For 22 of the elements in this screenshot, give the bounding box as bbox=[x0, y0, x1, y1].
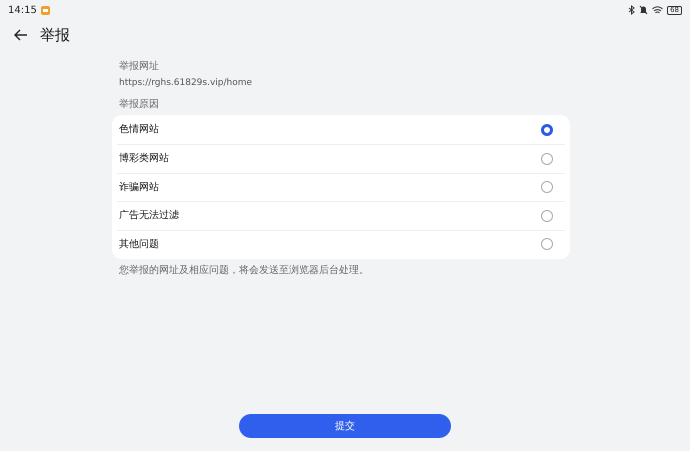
option-label: 广告无法过滤 bbox=[119, 208, 179, 224]
status-time: 14:15 bbox=[8, 4, 37, 18]
page-title: 举报 bbox=[40, 24, 70, 46]
wifi-icon bbox=[652, 6, 664, 14]
radio-button[interactable] bbox=[541, 238, 553, 250]
app-notification-icon bbox=[40, 6, 50, 14]
section-label: 举报原因 bbox=[118, 98, 160, 112]
radio-button[interactable] bbox=[541, 210, 553, 222]
note-text: 您举报的网址及相应问题，将会发送至浏览器后台处理。 bbox=[118, 264, 370, 278]
bluetooth-icon bbox=[628, 5, 636, 15]
option-label: 其他问题 bbox=[119, 238, 159, 252]
reported-url: https://rghs.61829s.vip/home bbox=[118, 77, 254, 90]
submit-button[interactable]: 提交 bbox=[239, 414, 451, 438]
option-label: 色情网站 bbox=[119, 122, 159, 138]
radio-button[interactable] bbox=[541, 124, 553, 136]
radio-button[interactable] bbox=[541, 152, 553, 165]
option-label: 博彩类网站 bbox=[119, 152, 169, 166]
mute-icon bbox=[639, 5, 648, 15]
option-label: 诈骗网站 bbox=[119, 180, 159, 195]
section-label: 举报网址 bbox=[118, 60, 160, 74]
radio-button[interactable] bbox=[541, 181, 553, 194]
back-arrow-icon[interactable] bbox=[14, 29, 28, 41]
